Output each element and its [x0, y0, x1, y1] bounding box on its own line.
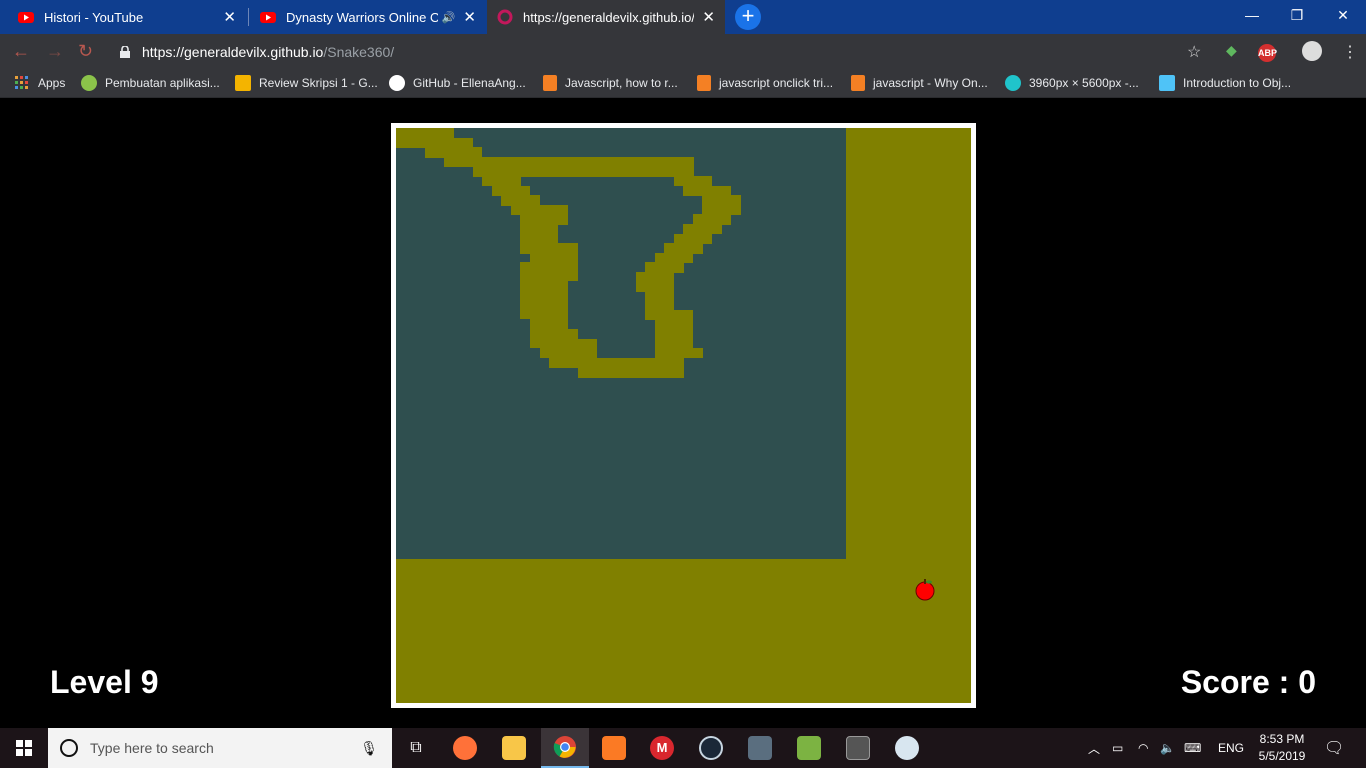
- windows-taskbar: Type here to search 🎙 ⧉ M ︿ ▭ ◠ 🔈 ⌨ ENG …: [0, 728, 1366, 768]
- bookmark-review-skripsi[interactable]: Review Skripsi 1 - G...: [235, 75, 378, 91]
- game-canvas: [396, 128, 971, 703]
- firefox-icon[interactable]: [441, 728, 489, 768]
- bookmark-label: Introduction to Obj...: [1183, 76, 1292, 90]
- lock-icon: [120, 46, 130, 58]
- clock[interactable]: 8:53 PM 5/5/2019: [1252, 731, 1312, 765]
- bookmark-javascript-how[interactable]: Javascript, how to r...: [543, 75, 678, 91]
- canva-icon: [1005, 75, 1021, 91]
- apps-grid-icon: [15, 76, 28, 89]
- bookmark-label: Pembuatan aplikasi...: [105, 76, 220, 90]
- speaker-icon[interactable]: 🔊: [442, 11, 456, 24]
- file-explorer-icon[interactable]: [490, 728, 538, 768]
- play-field: [396, 128, 846, 559]
- tex-icon[interactable]: [834, 728, 882, 768]
- chrome-logo: [553, 736, 576, 758]
- microphone-icon[interactable]: 🎙: [360, 740, 378, 757]
- browser-toolbar: ← → ↻ https://generaldevilx.github.io/Sn…: [0, 34, 1366, 70]
- bookmark-introduction[interactable]: Introduction to Obj...: [1159, 75, 1291, 91]
- level-label: Level 9: [50, 664, 159, 700]
- show-hidden-icons[interactable]: ︿: [1088, 728, 1100, 768]
- address-bar[interactable]: https://generaldevilx.github.io/Snake360…: [112, 37, 1212, 67]
- profile-avatar-icon[interactable]: [1302, 41, 1322, 61]
- search-placeholder: Type here to search: [90, 740, 214, 756]
- url-path: /Snake360/: [323, 44, 395, 60]
- bookmark-canva[interactable]: 3960px × 5600px -...: [1005, 75, 1139, 91]
- clock-time: 8:53 PM: [1259, 732, 1305, 746]
- bookmark-label: Apps: [38, 76, 66, 90]
- bookmark-label: 3960px × 5600px -...: [1029, 76, 1139, 90]
- tab-title: Histori - YouTube: [44, 9, 144, 25]
- bookmark-github[interactable]: GitHub - EllenaAng...: [389, 75, 526, 91]
- browser-titlebar: Histori - YouTube ✕ Dynasty Warriors Onl…: [0, 0, 1366, 34]
- xampp-icon[interactable]: [590, 728, 638, 768]
- youtube-icon: [260, 12, 276, 23]
- paint-icon[interactable]: [883, 728, 931, 768]
- bookmark-javascript-onclick[interactable]: javascript onclick tri...: [697, 75, 833, 91]
- github-icon: [389, 75, 405, 91]
- close-window-icon[interactable]: ✕: [1320, 0, 1366, 30]
- cortana-icon: [60, 739, 78, 757]
- minimize-icon[interactable]: —: [1229, 0, 1275, 30]
- reload-icon[interactable]: ↻: [78, 41, 93, 62]
- bookmark-label: javascript onclick tri...: [719, 76, 834, 90]
- bookmark-javascript-why[interactable]: javascript - Why On...: [851, 75, 988, 91]
- tab-youtube-history[interactable]: Histori - YouTube ✕: [8, 0, 246, 34]
- stackoverflow-icon: [543, 75, 557, 91]
- close-icon[interactable]: ✕: [702, 8, 715, 26]
- bookmark-label: GitHub - EllenaAng...: [413, 76, 526, 90]
- slides-icon: [235, 75, 251, 91]
- steam-icon[interactable]: [687, 728, 735, 768]
- bookmark-label: javascript - Why On...: [873, 76, 988, 90]
- stackoverflow-icon: [697, 75, 711, 91]
- bookmarks-bar: Apps Pembuatan aplikasi... Review Skrips…: [0, 70, 1366, 98]
- language-indicator[interactable]: ENG: [1218, 728, 1244, 768]
- keyboard-icon[interactable]: ⌨: [1184, 728, 1201, 768]
- game-board[interactable]: [391, 123, 976, 708]
- close-icon[interactable]: ✕: [463, 8, 476, 26]
- bookmark-pembuatan[interactable]: Pembuatan aplikasi...: [81, 75, 220, 91]
- taskbar-search-input[interactable]: Type here to search 🎙: [48, 728, 392, 768]
- back-icon[interactable]: ←: [12, 41, 30, 62]
- tab-title: Dynasty Warriors Online OST: [286, 9, 438, 25]
- tab-snake360[interactable]: https://generaldevilx.github.io/Sn ✕: [487, 0, 725, 34]
- chrome-icon[interactable]: [541, 728, 589, 768]
- clock-date: 5/5/2019: [1258, 749, 1306, 763]
- bookmark-apps[interactable]: Apps: [14, 75, 65, 91]
- start-button[interactable]: [0, 728, 48, 768]
- close-icon[interactable]: ✕: [223, 8, 236, 26]
- notepad-icon[interactable]: [785, 728, 833, 768]
- menu-icon[interactable]: ⋮: [1342, 42, 1358, 62]
- mega-icon[interactable]: M: [638, 728, 686, 768]
- tab-separator: [248, 8, 249, 26]
- url-host: https://generaldevilx.github.io: [142, 44, 324, 60]
- task-view-icon[interactable]: ⧉: [392, 728, 440, 768]
- stackoverflow-icon: [851, 75, 865, 91]
- notifications-icon[interactable]: 🗨: [1324, 728, 1344, 768]
- battery-icon[interactable]: ▭: [1112, 728, 1123, 768]
- volume-icon[interactable]: 🔈: [1160, 728, 1175, 768]
- youtube-icon: [18, 12, 34, 23]
- restore-icon[interactable]: ❐: [1274, 0, 1320, 30]
- extension-icon[interactable]: ◆: [1226, 42, 1237, 59]
- wifi-icon[interactable]: ◠: [1138, 728, 1148, 768]
- tab-dynasty-warriors[interactable]: Dynasty Warriors Online OST 🔊 ✕: [250, 0, 486, 34]
- android-icon: [81, 75, 97, 91]
- course-icon: [1159, 75, 1175, 91]
- new-tab-button[interactable]: +: [735, 4, 761, 30]
- site-icon: [497, 9, 513, 25]
- forward-icon[interactable]: →: [46, 41, 64, 62]
- video-editor-icon[interactable]: [736, 728, 784, 768]
- bookmark-star-icon[interactable]: ☆: [1187, 42, 1201, 62]
- adblock-icon[interactable]: ABP: [1258, 44, 1277, 62]
- bookmark-label: Javascript, how to r...: [565, 76, 678, 90]
- score-label: Score : 0: [1180, 664, 1316, 700]
- bookmark-label: Review Skripsi 1 - G...: [259, 76, 378, 90]
- windows-logo-icon: [16, 740, 32, 756]
- tab-title: https://generaldevilx.github.io/Sn: [523, 9, 695, 25]
